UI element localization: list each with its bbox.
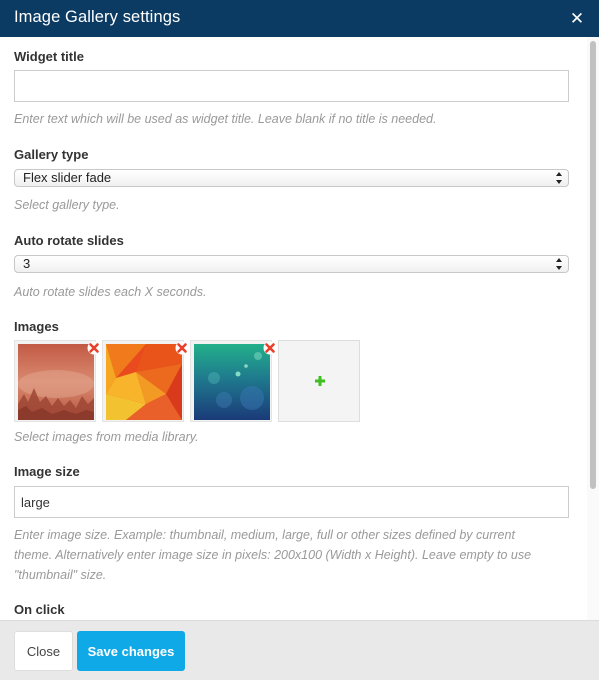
plus-icon <box>315 376 325 386</box>
scrollbar[interactable] <box>587 37 599 620</box>
dialog-title: Image Gallery settings <box>14 8 181 26</box>
remove-image-icon[interactable] <box>87 341 101 355</box>
image-thumbnail[interactable] <box>102 340 189 422</box>
auto-rotate-label: Auto rotate slides <box>14 233 124 248</box>
select-arrows-icon <box>556 258 562 270</box>
remove-image-icon[interactable] <box>175 341 189 355</box>
on-click-label: On click <box>14 602 65 617</box>
widget-title-input[interactable] <box>14 70 569 102</box>
image-size-help-3: "thumbnail" size. <box>14 568 107 582</box>
gallery-type-value: Flex slider fade <box>23 170 112 185</box>
gallery-type-label: Gallery type <box>14 147 89 162</box>
auto-rotate-value: 3 <box>23 256 31 271</box>
image-preview <box>194 344 270 420</box>
image-size-help-2: theme. Alternatively enter image size in… <box>14 548 532 562</box>
image-thumbnails <box>14 340 374 422</box>
close-button[interactable]: Close <box>14 631 73 671</box>
auto-rotate-select[interactable]: 3 <box>14 255 569 273</box>
image-thumbnail[interactable] <box>14 340 101 422</box>
image-preview <box>18 344 94 420</box>
images-help: Select images from media library. <box>14 430 199 444</box>
save-changes-button[interactable]: Save changes <box>77 631 185 671</box>
image-thumbnail[interactable] <box>190 340 277 422</box>
gallery-type-help: Select gallery type. <box>14 198 120 212</box>
select-arrows-icon <box>556 172 562 184</box>
image-size-label: Image size <box>14 464 80 479</box>
dialog-body[interactable]: Widget title Enter text which will be us… <box>0 37 599 620</box>
auto-rotate-help: Auto rotate slides each X seconds. <box>14 285 207 299</box>
image-size-help-1: Enter image size. Example: thumbnail, me… <box>14 528 515 542</box>
images-label: Images <box>14 319 59 334</box>
dialog-footer: Close Save changes <box>0 620 599 680</box>
gallery-type-select[interactable]: Flex slider fade <box>14 169 569 187</box>
add-image-button[interactable] <box>278 340 360 422</box>
image-preview <box>106 344 182 420</box>
close-icon[interactable]: ✕ <box>565 7 589 31</box>
scrollbar-thumb[interactable] <box>590 41 596 489</box>
widget-title-help: Enter text which will be used as widget … <box>14 112 437 126</box>
remove-image-icon[interactable] <box>263 341 277 355</box>
widget-title-label: Widget title <box>14 49 84 64</box>
dialog-header: Image Gallery settings ✕ <box>0 0 599 37</box>
image-size-input[interactable] <box>14 486 569 518</box>
